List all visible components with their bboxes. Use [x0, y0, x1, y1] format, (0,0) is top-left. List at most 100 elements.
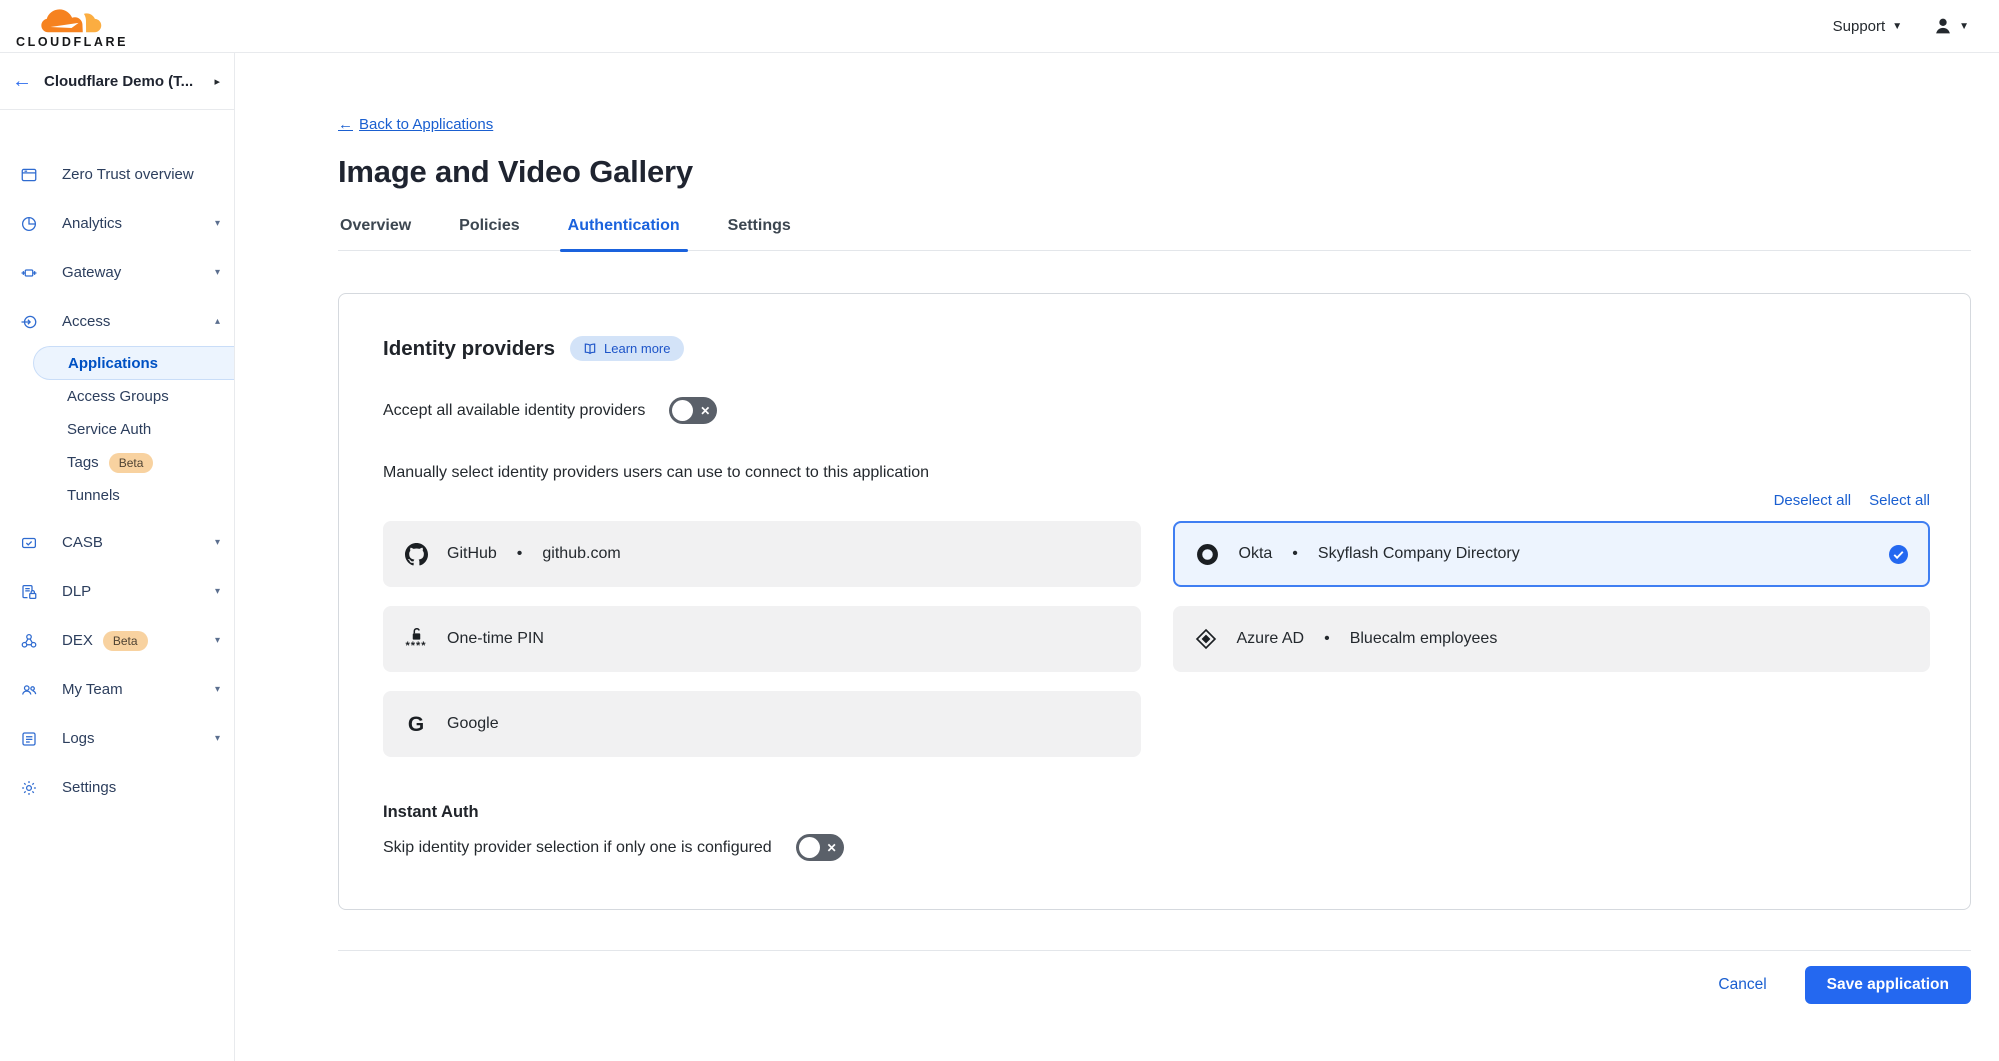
sidebar-item-dlp[interactable]: DLP ▾ — [0, 567, 234, 616]
tab-settings[interactable]: Settings — [726, 217, 793, 250]
sidebar-account-header: ← Cloudflare Demo (T... ▸ — [0, 53, 234, 110]
sidebar-item-label: Settings — [62, 779, 116, 796]
google-g-glyph: G — [408, 714, 424, 735]
panel-heading: Identity providers — [383, 337, 555, 361]
accept-all-label: Accept all available identity providers — [383, 402, 645, 420]
document-lock-icon — [20, 583, 38, 601]
sidebar-item-logs[interactable]: Logs ▾ — [0, 714, 234, 763]
provider-card-google[interactable]: G Google — [383, 691, 1141, 757]
toggle-knob — [672, 400, 693, 421]
instant-auth-toggle[interactable]: ✕ — [796, 834, 844, 861]
chevron-down-icon[interactable]: ▾ — [215, 733, 220, 744]
sidebar-item-label: CASB — [62, 534, 103, 551]
tab-overview[interactable]: Overview — [338, 217, 413, 250]
provider-card-one-time-pin[interactable]: **** One-time PIN — [383, 606, 1141, 672]
accept-all-toggle[interactable]: ✕ — [669, 397, 717, 424]
sidebar-item-settings[interactable]: Settings — [0, 763, 234, 812]
cancel-button[interactable]: Cancel — [1718, 976, 1766, 994]
user-menu[interactable]: ▼ — [1932, 15, 1969, 37]
chevron-right-icon[interactable]: ▸ — [214, 75, 220, 88]
support-label: Support — [1833, 18, 1886, 35]
provider-grid: GitHub • github.com Okta • Skyflash Comp… — [383, 521, 1930, 757]
sidebar-item-label: DLP — [62, 583, 91, 600]
footer-actions: Cancel Save application — [338, 966, 1971, 1004]
cloudflare-logo-text: CLOUDFLARE — [16, 36, 128, 49]
chevron-down-icon[interactable]: ▾ — [215, 684, 220, 695]
chevron-down-icon[interactable]: ▾ — [215, 635, 220, 646]
dot-separator: • — [517, 545, 523, 563]
support-menu[interactable]: Support ▼ — [1833, 18, 1902, 35]
provider-name: GitHub — [447, 545, 497, 563]
sidebar-item-analytics[interactable]: Analytics ▾ — [0, 199, 234, 248]
cloudflare-cloud-icon — [37, 5, 107, 35]
main-content: ← Back to Applications Image and Video G… — [235, 53, 1999, 1061]
provider-name: Google — [447, 715, 499, 733]
pin-stars: **** — [405, 641, 426, 652]
top-bar: CLOUDFLARE Support ▼ ▼ — [0, 0, 1999, 53]
cloudflare-logo[interactable]: CLOUDFLARE — [16, 5, 128, 49]
toggle-off-icon: ✕ — [700, 404, 710, 418]
provider-card-github[interactable]: GitHub • github.com — [383, 521, 1141, 587]
sidebar-item-access[interactable]: Access ▴ — [0, 297, 234, 346]
sidebar-item-casb[interactable]: CASB ▾ — [0, 518, 234, 567]
user-icon — [1932, 15, 1954, 37]
back-arrow-icon[interactable]: ← — [12, 71, 32, 91]
toggle-knob — [799, 837, 820, 858]
provider-card-azure-ad[interactable]: Azure AD • Bluecalm employees — [1173, 606, 1931, 672]
provider-name: Okta — [1239, 545, 1273, 563]
toggle-off-icon: ✕ — [827, 841, 837, 855]
pie-chart-icon — [20, 215, 38, 233]
sidebar-subitem-label: Service Auth — [67, 421, 151, 438]
provider-detail: Bluecalm employees — [1350, 630, 1498, 648]
select-all-link[interactable]: Select all — [1869, 492, 1930, 509]
sidebar-item-tunnels[interactable]: Tunnels — [0, 479, 234, 512]
sidebar-item-label: DEX — [62, 632, 93, 649]
network-nodes-icon — [20, 632, 38, 650]
sidebar-item-my-team[interactable]: My Team ▾ — [0, 665, 234, 714]
sidebar-item-zero-trust-overview[interactable]: Zero Trust overview — [0, 150, 234, 199]
chevron-down-icon[interactable]: ▾ — [215, 537, 220, 548]
gateway-icon — [20, 264, 38, 282]
google-icon: G — [403, 714, 429, 735]
chevron-down-icon: ▼ — [1892, 21, 1902, 32]
one-time-pin-icon: **** — [403, 627, 429, 652]
save-application-button[interactable]: Save application — [1805, 966, 1971, 1004]
footer-divider — [338, 950, 1971, 951]
provider-detail: Skyflash Company Directory — [1318, 545, 1520, 563]
sidebar-item-gateway[interactable]: Gateway ▾ — [0, 248, 234, 297]
identity-providers-panel: Identity providers Learn more Accept all… — [338, 293, 1971, 910]
sidebar-nav: Zero Trust overview Analytics ▾ Gateway — [0, 110, 234, 812]
chevron-down-icon[interactable]: ▾ — [215, 586, 220, 597]
sidebar-item-label: Logs — [62, 730, 95, 747]
deselect-all-link[interactable]: Deselect all — [1774, 492, 1852, 509]
sidebar-subitem-label: Tunnels — [67, 487, 120, 504]
learn-more-badge[interactable]: Learn more — [570, 336, 683, 361]
manual-select-text: Manually select identity providers users… — [383, 464, 1930, 482]
sidebar-item-label: Analytics — [62, 215, 122, 232]
provider-name: Azure AD — [1237, 630, 1305, 648]
sidebar-item-access-groups[interactable]: Access Groups — [0, 380, 234, 413]
provider-card-okta[interactable]: Okta • Skyflash Company Directory — [1173, 521, 1931, 587]
tab-authentication[interactable]: Authentication — [566, 217, 682, 250]
people-icon — [20, 681, 38, 699]
back-to-applications-link[interactable]: ← Back to Applications — [338, 116, 493, 133]
chevron-down-icon: ▼ — [1959, 21, 1969, 32]
access-icon — [20, 313, 38, 331]
chevron-up-icon[interactable]: ▴ — [215, 316, 220, 327]
gear-icon — [20, 779, 38, 797]
sidebar-subitem-label: Tags — [67, 454, 99, 471]
sidebar-subitem-label: Access Groups — [67, 388, 169, 405]
sidebar-item-dex[interactable]: DEX Beta ▾ — [0, 616, 234, 665]
sidebar-item-service-auth[interactable]: Service Auth — [0, 413, 234, 446]
github-icon — [403, 543, 429, 566]
book-icon — [583, 342, 597, 356]
okta-icon — [1195, 543, 1221, 566]
account-name[interactable]: Cloudflare Demo (T... — [44, 73, 202, 90]
chevron-down-icon[interactable]: ▾ — [215, 267, 220, 278]
tab-policies[interactable]: Policies — [457, 217, 521, 250]
chevron-down-icon[interactable]: ▾ — [215, 218, 220, 229]
dot-separator: • — [1292, 545, 1298, 563]
sidebar: ← Cloudflare Demo (T... ▸ Zero Trust ove… — [0, 53, 235, 1061]
sidebar-item-applications[interactable]: Applications — [33, 346, 234, 380]
sidebar-item-tags[interactable]: Tags Beta — [0, 446, 234, 479]
